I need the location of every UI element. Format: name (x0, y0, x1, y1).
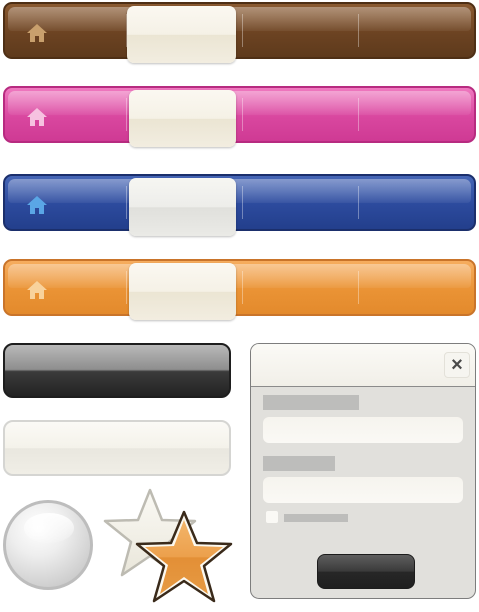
checkbox[interactable] (266, 511, 278, 523)
close-icon[interactable]: × (444, 352, 470, 378)
nav-tab-3[interactable] (243, 88, 358, 141)
nav-tab-4[interactable] (359, 88, 474, 141)
nav-tab-4[interactable] (359, 261, 474, 314)
light-pill-button[interactable] (3, 420, 231, 476)
nav-tab-home[interactable] (5, 4, 125, 57)
nav-tab-4[interactable] (359, 176, 474, 229)
dialog-window: × (250, 343, 476, 599)
nav-tab-3[interactable] (243, 4, 358, 57)
nav-tab-4[interactable] (359, 4, 474, 57)
navbar-divider (126, 271, 127, 304)
nav-tab-active[interactable] (127, 6, 236, 63)
navbar-orange (3, 259, 476, 316)
navbar-pink (3, 86, 476, 143)
text-field-1[interactable] (263, 417, 463, 443)
navbar-divider (126, 186, 127, 219)
checkbox-label-placeholder (284, 514, 348, 522)
field-label-placeholder (263, 456, 335, 471)
dialog-titlebar: × (251, 344, 475, 387)
navbar-blue (3, 174, 476, 231)
nav-tab-active[interactable] (129, 90, 236, 147)
submit-button[interactable] (317, 554, 415, 589)
orb-highlight (24, 513, 74, 543)
dark-pill-button[interactable] (3, 343, 231, 398)
navbar-brown (3, 2, 476, 59)
nav-tab-3[interactable] (243, 176, 358, 229)
nav-tab-home[interactable] (5, 261, 125, 314)
nav-tab-3[interactable] (243, 261, 358, 314)
star-front-icon[interactable] (132, 508, 242, 612)
nav-tab-home[interactable] (5, 176, 125, 229)
orb-button[interactable] (3, 500, 93, 590)
nav-tab-home[interactable] (5, 88, 125, 141)
nav-tab-active[interactable] (129, 263, 236, 320)
navbar-divider (126, 98, 127, 131)
field-label-placeholder (263, 395, 359, 410)
nav-tab-active[interactable] (129, 178, 236, 236)
text-field-2[interactable] (263, 477, 463, 503)
